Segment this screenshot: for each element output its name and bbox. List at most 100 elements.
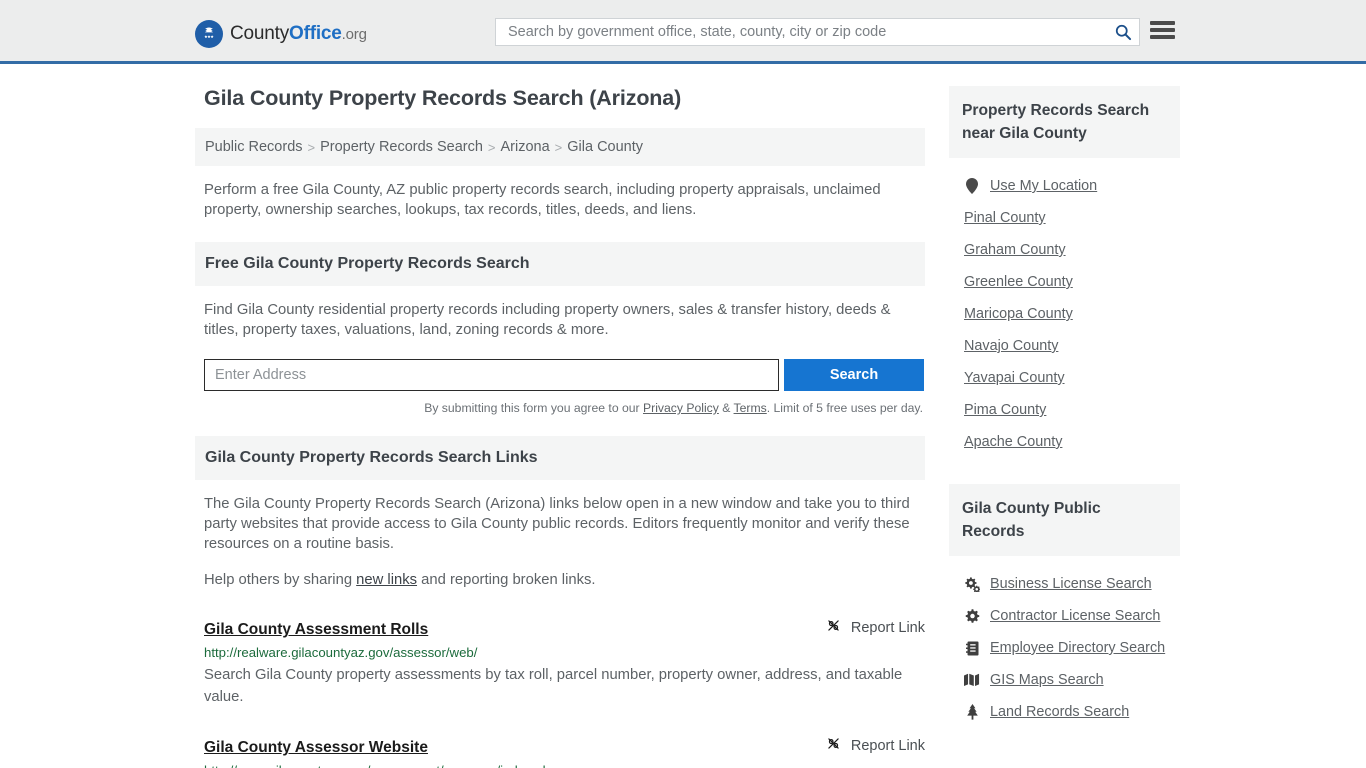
public-records-panel: Gila County Public Records bbox=[949, 484, 1180, 728]
sidebar-item-yavapai-county[interactable]: Yavapai County bbox=[949, 362, 1180, 394]
tree-icon bbox=[964, 704, 980, 720]
links-section-heading: Gila County Property Records Search Link… bbox=[195, 436, 925, 480]
links-section-description: The Gila County Property Records Search … bbox=[204, 494, 925, 554]
list-item: Gila County Assessor Website Report Link bbox=[204, 735, 925, 768]
logo-text-county: County bbox=[230, 23, 289, 44]
site-logo-text: CountyOffice.org bbox=[230, 23, 367, 45]
link-title[interactable]: Gila County Assessor Website bbox=[204, 739, 428, 757]
breadcrumb-separator-icon: > bbox=[555, 140, 563, 155]
sidebar-item-label[interactable]: Pinal County bbox=[964, 210, 1046, 226]
free-search-description: Find Gila County residential property re… bbox=[204, 300, 925, 340]
link-entry-header: Gila County Assessment Rolls Report Link bbox=[204, 617, 925, 639]
sidebar-item-label[interactable]: Business License Search bbox=[990, 576, 1152, 592]
new-links-link[interactable]: new links bbox=[356, 572, 417, 588]
global-search-input[interactable] bbox=[506, 23, 1113, 41]
legal-amp: & bbox=[719, 401, 734, 415]
hamburger-bar bbox=[1150, 21, 1175, 25]
sidebar-item-label[interactable]: Graham County bbox=[964, 242, 1066, 258]
sidebar-item-label[interactable]: Navajo County bbox=[964, 338, 1058, 354]
content-row: Gila County Property Records Search (Ari… bbox=[0, 86, 1366, 768]
legal-prefix: By submitting this form you agree to our bbox=[424, 401, 643, 415]
global-search-bar[interactable] bbox=[495, 18, 1140, 46]
sidebar-item-gis-maps-search[interactable]: GIS Maps Search bbox=[949, 664, 1180, 696]
sidebar-item-contractor-license-search[interactable]: Contractor License Search bbox=[949, 600, 1180, 632]
sidebar-item-label[interactable]: Use My Location bbox=[990, 178, 1097, 194]
main-column: Gila County Property Records Search (Ari… bbox=[195, 86, 925, 768]
address-search-form: Search bbox=[204, 359, 925, 391]
nearby-search-heading: Property Records Search near Gila County bbox=[949, 86, 1180, 158]
sidebar-item-label[interactable]: Yavapai County bbox=[964, 370, 1065, 386]
link-url: http://realware.gilacountyaz.gov/assesso… bbox=[204, 645, 925, 660]
sidebar-item-label[interactable]: GIS Maps Search bbox=[990, 672, 1104, 688]
report-link-button[interactable]: Report Link bbox=[825, 617, 925, 638]
sidebar-item-business-license-search[interactable]: Business License Search bbox=[949, 568, 1180, 600]
nearby-search-list: Use My Location Pinal County Graham Coun… bbox=[949, 170, 1180, 458]
cogs-icon bbox=[964, 576, 980, 592]
sidebar-item-use-my-location[interactable]: Use My Location bbox=[949, 170, 1180, 202]
sidebar-item-navajo-county[interactable]: Navajo County bbox=[949, 330, 1180, 362]
link-description: Search Gila County property assessments … bbox=[204, 664, 925, 708]
address-book-icon bbox=[964, 640, 980, 656]
sidebar-item-label[interactable]: Maricopa County bbox=[964, 306, 1073, 322]
logo-text-org: .org bbox=[342, 26, 367, 43]
help-prefix: Help others by sharing bbox=[204, 572, 356, 588]
terms-link[interactable]: Terms bbox=[734, 401, 767, 415]
hamburger-menu-icon[interactable] bbox=[1150, 19, 1175, 41]
search-icon[interactable] bbox=[1113, 22, 1133, 42]
cog-icon bbox=[964, 608, 980, 624]
sidebar-item-label[interactable]: Pima County bbox=[964, 402, 1046, 418]
sidebar-item-label[interactable]: Contractor License Search bbox=[990, 608, 1160, 624]
report-link-label: Report Link bbox=[851, 738, 925, 754]
report-link-button[interactable]: Report Link bbox=[825, 735, 925, 756]
privacy-policy-link[interactable]: Privacy Policy bbox=[643, 401, 719, 415]
link-entry-header: Gila County Assessor Website Report Link bbox=[204, 735, 925, 757]
sidebar-item-graham-county[interactable]: Graham County bbox=[949, 234, 1180, 266]
sidebar-item-apache-county[interactable]: Apache County bbox=[949, 426, 1180, 458]
map-pin-icon bbox=[964, 178, 980, 194]
form-legal-text: By submitting this form you agree to our… bbox=[195, 401, 925, 415]
report-link-label: Report Link bbox=[851, 620, 925, 636]
sidebar-item-pima-county[interactable]: Pima County bbox=[949, 394, 1180, 426]
breadcrumb-item-public-records[interactable]: Public Records bbox=[205, 139, 303, 155]
free-search-section: Free Gila County Property Records Search… bbox=[195, 242, 925, 415]
link-title[interactable]: Gila County Assessment Rolls bbox=[204, 621, 428, 639]
sidebar-item-label[interactable]: Apache County bbox=[964, 434, 1062, 450]
free-search-heading: Free Gila County Property Records Search bbox=[195, 242, 925, 286]
breadcrumb: Public Records > Property Records Search… bbox=[195, 128, 925, 166]
sidebar-item-label[interactable]: Land Records Search bbox=[990, 704, 1129, 720]
sidebar-item-maricopa-county[interactable]: Maricopa County bbox=[949, 298, 1180, 330]
link-url: http://www.gilacountyaz.gov/government/a… bbox=[204, 763, 925, 768]
breadcrumb-separator-icon: > bbox=[308, 140, 316, 155]
help-suffix: and reporting broken links. bbox=[417, 572, 596, 588]
page-title: Gila County Property Records Search (Ari… bbox=[204, 86, 925, 111]
public-records-heading: Gila County Public Records bbox=[949, 484, 1180, 556]
breadcrumb-item-arizona[interactable]: Arizona bbox=[501, 139, 550, 155]
logo-text-office: Office bbox=[289, 23, 342, 44]
site-logo[interactable]: CountyOffice.org bbox=[195, 20, 367, 48]
address-input[interactable] bbox=[204, 359, 779, 391]
public-records-list: Business License Search Contractor Licen… bbox=[949, 568, 1180, 728]
sidebar-item-greenlee-county[interactable]: Greenlee County bbox=[949, 266, 1180, 298]
breadcrumb-separator-icon: > bbox=[488, 140, 496, 155]
sidebar-item-label[interactable]: Greenlee County bbox=[964, 274, 1073, 290]
address-search-button[interactable]: Search bbox=[784, 359, 924, 391]
hamburger-bar bbox=[1150, 35, 1175, 39]
sidebar-item-land-records-search[interactable]: Land Records Search bbox=[949, 696, 1180, 728]
breadcrumb-item-property-records-search[interactable]: Property Records Search bbox=[320, 139, 483, 155]
site-header: CountyOffice.org bbox=[0, 0, 1366, 64]
list-item: Gila County Assessment Rolls Report Link bbox=[204, 617, 925, 708]
links-section-help: Help others by sharing new links and rep… bbox=[204, 570, 925, 590]
sidebar-item-label[interactable]: Employee Directory Search bbox=[990, 640, 1165, 656]
breadcrumb-item-gila-county[interactable]: Gila County bbox=[567, 139, 643, 155]
sidebar-item-pinal-county[interactable]: Pinal County bbox=[949, 202, 1180, 234]
broken-link-icon bbox=[825, 617, 842, 638]
broken-link-icon bbox=[825, 735, 842, 756]
hamburger-bar bbox=[1150, 28, 1175, 32]
sidebar: Property Records Search near Gila County… bbox=[949, 86, 1180, 768]
legal-suffix: . Limit of 5 free uses per day. bbox=[767, 401, 923, 415]
intro-paragraph: Perform a free Gila County, AZ public pr… bbox=[204, 180, 925, 220]
map-icon bbox=[964, 672, 980, 688]
sidebar-item-employee-directory-search[interactable]: Employee Directory Search bbox=[949, 632, 1180, 664]
links-section: Gila County Property Records Search Link… bbox=[195, 436, 925, 768]
page-body: Gila County Property Records Search (Ari… bbox=[0, 64, 1366, 768]
